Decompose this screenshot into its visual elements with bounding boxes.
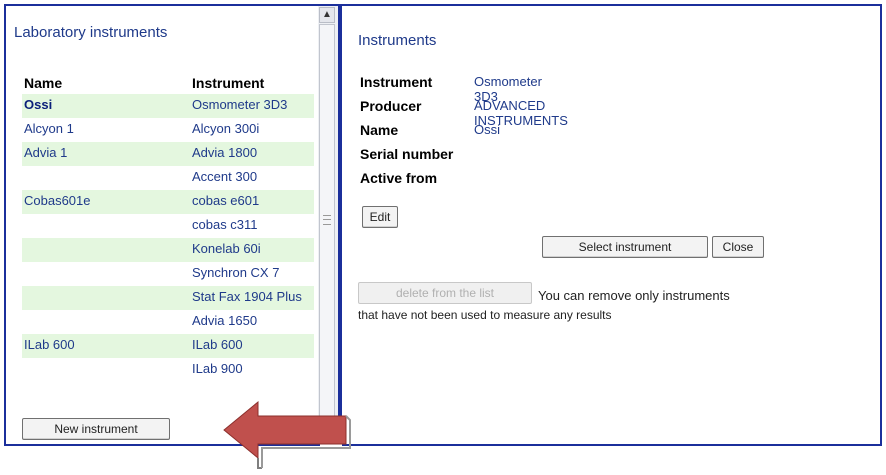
table-row[interactable]: Alcyon 1 Alcyon 300i [22,118,314,142]
row-name[interactable] [22,310,190,334]
new-instrument-button[interactable]: New instrument [22,418,170,440]
row-name[interactable]: Alcyon 1 [22,118,190,142]
detail-label: Instrument [360,74,433,90]
row-instrument[interactable]: ILab 900 [190,358,314,382]
column-header-instrument: Instrument [192,75,265,91]
detail-label: Active from [360,170,438,186]
row-name[interactable]: Ossi [22,94,190,118]
left-panel-title: Laboratory instruments [14,24,168,41]
row-instrument[interactable]: ILab 600 [190,334,314,358]
table-row[interactable]: ILab 600 ILab 600 [22,334,314,358]
scroll-thumb[interactable] [319,24,335,418]
close-button[interactable]: Close [712,236,764,258]
row-name[interactable]: Advia 1 [22,142,190,166]
detail-label: Producer [360,98,422,114]
column-header-name: Name [24,75,63,91]
list-scrollbar[interactable]: ▲ [318,4,338,442]
row-name[interactable] [22,238,190,262]
row-name[interactable] [22,262,190,286]
detail-value: Ossi [474,122,500,137]
row-name[interactable]: ILab 600 [22,334,190,358]
table-row[interactable]: Synchron CX 7 [22,262,314,286]
chevron-up-icon[interactable]: ▲ [319,7,335,23]
row-instrument[interactable]: Advia 1650 [190,310,314,334]
delete-note-continued: that have not been used to measure any r… [358,308,612,322]
table-row[interactable]: Cobas601e cobas e601 [22,190,314,214]
table-row[interactable]: Ossi Osmometer 3D3 [22,94,314,118]
arrow-left-icon [223,400,351,469]
grip-icon [323,215,331,225]
detail-label: Serial number [360,146,454,162]
row-name[interactable]: Cobas601e [22,190,190,214]
laboratory-instruments-panel: Laboratory instruments Name Instrument O… [4,4,320,446]
table-row[interactable]: Accent 300 [22,166,314,190]
table-row[interactable]: Konelab 60i [22,238,314,262]
table-header-row: Name Instrument [22,72,314,94]
row-instrument[interactable]: cobas e601 [190,190,314,214]
row-name[interactable] [22,166,190,190]
table-row[interactable]: ILab 900 [22,358,314,382]
table-row[interactable]: Stat Fax 1904 Plus [22,286,314,310]
row-instrument[interactable]: Osmometer 3D3 [190,94,314,118]
delete-note: You can remove only instruments [538,288,730,303]
row-name[interactable] [22,358,190,382]
select-instrument-button[interactable]: Select instrument [542,236,708,258]
row-instrument[interactable]: Synchron CX 7 [190,262,314,286]
table-row[interactable]: Advia 1 Advia 1800 [22,142,314,166]
table-row[interactable]: cobas c311 [22,214,314,238]
row-name[interactable] [22,286,190,310]
row-instrument[interactable]: Alcyon 300i [190,118,314,142]
edit-button[interactable]: Edit [362,206,398,228]
detail-label: Name [360,122,399,138]
row-instrument[interactable]: Konelab 60i [190,238,314,262]
table-row[interactable]: Advia 1650 [22,310,314,334]
row-instrument[interactable]: Stat Fax 1904 Plus [190,286,314,310]
instrument-details-panel: Instruments Instrument Osmometer 3D3 Pro… [342,4,882,446]
row-name[interactable] [22,214,190,238]
row-instrument[interactable]: cobas c311 [190,214,314,238]
row-instrument[interactable]: Accent 300 [190,166,314,190]
row-instrument[interactable]: Advia 1800 [190,142,314,166]
instrument-list-table: Name Instrument Ossi Osmometer 3D3 Alcyo… [22,72,314,382]
right-panel-title: Instruments [358,32,437,49]
delete-from-list-button[interactable]: delete from the list [358,282,532,304]
